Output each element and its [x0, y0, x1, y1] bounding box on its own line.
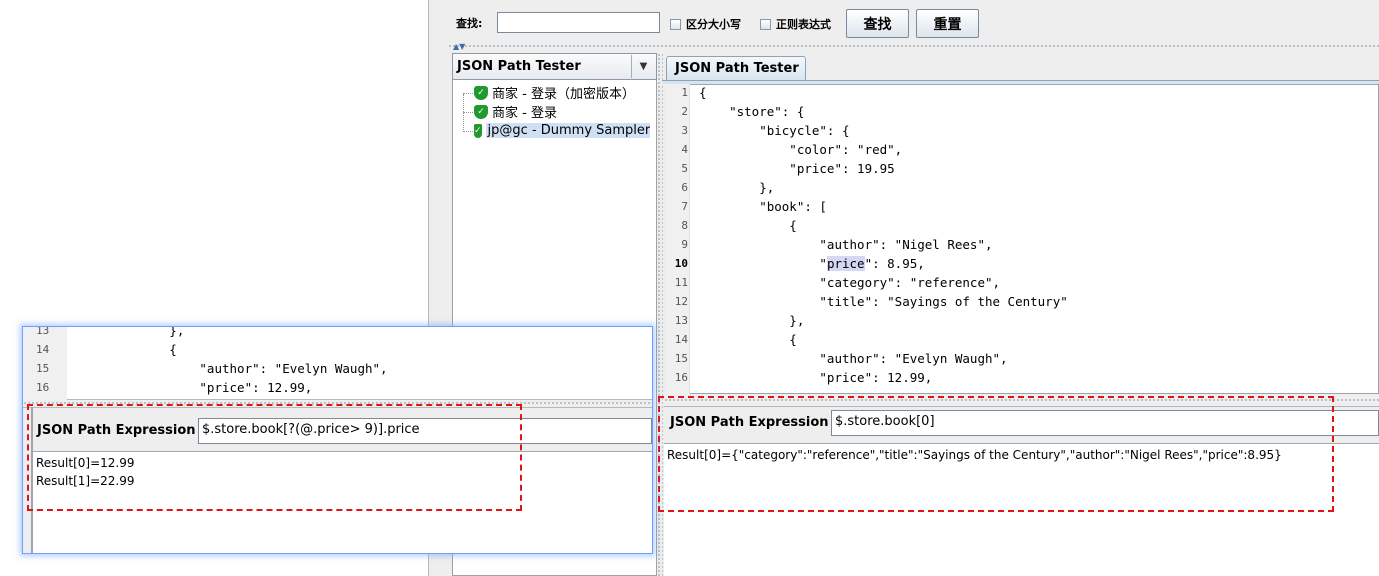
line-number: 16: [36, 381, 50, 394]
regex-checkbox[interactable]: 正则表达式: [760, 16, 831, 32]
tab-label: JSON Path Tester: [675, 61, 799, 76]
tree-connector: [463, 93, 473, 94]
tree-item-label: 商家 - 登录（加密版本）: [492, 87, 635, 102]
line-number: 16: [674, 371, 688, 384]
case-sensitive-label: 区分大小写: [686, 18, 741, 31]
code-line: {: [79, 342, 177, 357]
code-line: },: [699, 313, 805, 328]
line-numbers: 1 2 3 4 5 6 7 8 9 10 11 12 13 14 15 16: [666, 83, 688, 387]
code-line: {: [699, 85, 707, 100]
popup-code-row: 16 "price": 12.99,: [23, 378, 388, 397]
code-line: "bicycle": {: [699, 123, 850, 138]
line-number: 15: [36, 362, 50, 375]
annotation-box-left: [27, 404, 522, 511]
line-number: 3: [681, 124, 688, 137]
tree-item-login[interactable]: ✓ 商家 - 登录: [474, 102, 557, 121]
search-label: 查找:: [456, 17, 483, 30]
code-line: "category": "reference",: [699, 275, 1001, 290]
code-line: {: [699, 332, 797, 347]
code-line: "author": "Nigel Rees",: [699, 237, 993, 252]
line-number: 8: [681, 219, 688, 232]
code-line: "price": 19.95: [699, 161, 895, 176]
code-line: "author": "Evelyn Waugh",: [79, 361, 388, 376]
tree-selector[interactable]: JSON Path Tester: [452, 53, 657, 80]
regex-label: 正则表达式: [776, 18, 831, 31]
line-number: 14: [36, 343, 50, 356]
code-line: },: [699, 180, 775, 195]
code-line: "color": "red",: [699, 142, 903, 157]
code-line: "price": 12.99,: [699, 370, 933, 385]
code-line: "price": 8.95,: [699, 256, 925, 271]
line-number: 12: [674, 295, 688, 308]
collapse-arrows-icon[interactable]: ▲▼: [453, 42, 465, 51]
case-sensitive-checkbox[interactable]: 区分大小写: [670, 16, 741, 32]
tree-item-dummy-sampler[interactable]: ✓ jp@gc - Dummy Sampler: [474, 121, 650, 140]
search-input[interactable]: [497, 12, 660, 33]
line-number: 11: [674, 276, 688, 289]
tree-item-label: jp@gc - Dummy Sampler: [485, 123, 650, 138]
tree-connector: [463, 131, 473, 132]
code-line: "author": "Evelyn Waugh",: [699, 351, 1008, 366]
success-shield-icon: ✓: [474, 104, 488, 119]
line-number: 6: [681, 181, 688, 194]
line-number: 13: [36, 326, 50, 337]
code-line: "price": 12.99,: [79, 380, 313, 395]
line-number: 4: [681, 143, 688, 156]
tree-connector: [463, 112, 473, 113]
tree-item-label: 商家 - 登录: [492, 106, 557, 121]
line-number: 7: [681, 200, 688, 213]
line-number: 14: [674, 333, 688, 346]
line-number: 13: [674, 314, 688, 327]
line-number: 1: [681, 86, 688, 99]
reset-button[interactable]: 重置: [916, 9, 979, 38]
chevron-down-icon[interactable]: ▼: [631, 55, 655, 78]
tab-json-path-tester[interactable]: JSON Path Tester: [666, 56, 806, 81]
checkbox-box[interactable]: [670, 18, 681, 30]
code-line: "store": {: [699, 104, 805, 119]
tree-item-login-encrypted[interactable]: ✓ 商家 - 登录（加密版本）: [474, 83, 635, 102]
line-number: 15: [674, 352, 688, 365]
code-line: {: [699, 218, 797, 233]
success-shield-icon: ✓: [474, 85, 488, 100]
splitter-top[interactable]: [448, 44, 1379, 49]
checkbox-box[interactable]: [760, 18, 771, 30]
code-line: },: [79, 326, 185, 338]
code-line: "book": [: [699, 199, 827, 214]
code-line: "title": "Sayings of the Century": [699, 294, 1068, 309]
popup-code: 13 }, 14 {15 "author": "Evelyn Waugh", 16 …: [23, 326, 388, 397]
tree-connector: [463, 94, 464, 132]
line-number: 2: [681, 105, 688, 118]
find-button[interactable]: 查找: [846, 9, 909, 38]
popup-code-row: 13 },: [23, 326, 388, 340]
popup-code-row: 14 {: [23, 340, 388, 359]
success-shield-icon: ✓: [474, 123, 482, 138]
tree-selector-label: JSON Path Tester: [457, 59, 581, 74]
code-content: { "store": { "bicycle": { "color": "red"…: [699, 83, 1068, 387]
search-highlight: price: [826, 256, 865, 271]
line-number: 9: [681, 238, 688, 251]
line-number: 5: [681, 162, 688, 175]
line-number: 10: [674, 257, 688, 270]
annotation-box-right: [658, 396, 1334, 512]
popup-code-row: 15 "author": "Evelyn Waugh",: [23, 359, 388, 378]
